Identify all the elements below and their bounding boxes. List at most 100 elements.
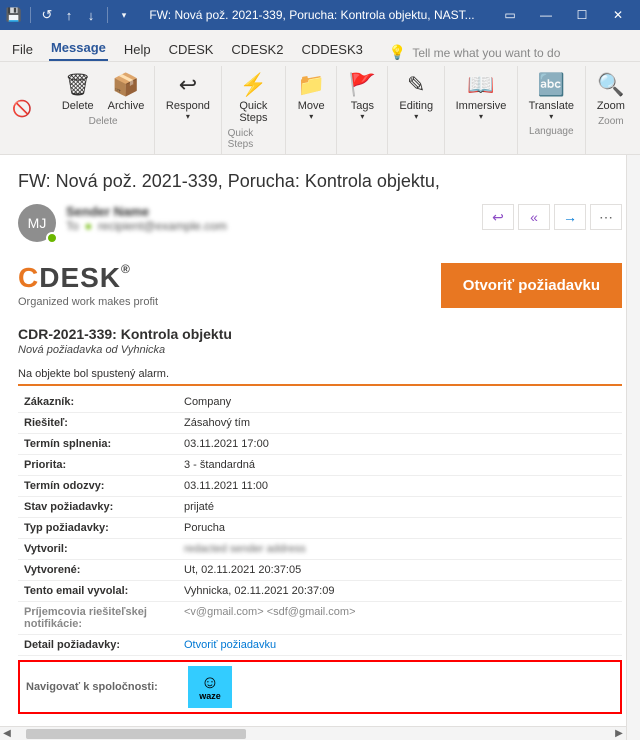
respond-button[interactable]: ↩ Respond ▾ [160,68,216,124]
close-icon[interactable]: ✕ [600,0,636,30]
waze-button[interactable]: ☺ waze [188,666,232,708]
table-row: Vytvorené:Ut, 02.11.2021 20:37:05 [18,560,622,581]
group-editing: ✎ Editing ▾ [388,66,445,154]
forward-button[interactable]: → [554,204,586,230]
qat-dropdown-icon[interactable]: ▾ [116,7,132,23]
tab-cdesk2[interactable]: CDESK2 [229,36,285,61]
vertical-scrollbar[interactable] [626,155,640,740]
value: Otvoriť požiadavku [178,635,622,656]
value: 3 - štandardná [178,455,622,476]
brand-tagline: Organized work makes profit [18,296,158,308]
from-line: Sender Name [66,204,227,219]
details-table: Zákazník:Company Riešiteľ:Zásahový tím T… [18,392,622,656]
tell-me-search[interactable]: 💡 Tell me what you want to do [389,44,630,61]
horizontal-scrollbar[interactable]: ◀ ▶ [0,726,626,740]
presence-available-icon [46,232,58,244]
group-delete: 🗑 Delete 📦 Archive Delete [52,66,155,154]
undo-icon[interactable]: ↺ [39,7,55,23]
group-zoom: 🔍 Zoom Zoom [586,66,636,154]
group-label: Language [529,126,574,137]
window-controls: ▭ — ☐ ✕ [492,0,636,30]
value: Vyhnicka, 02.11.2021 20:37:09 [178,581,622,602]
scroll-right-icon[interactable]: ▶ [612,728,626,739]
next-icon[interactable]: ↓ [83,7,99,23]
chevron-down-icon: ▾ [549,113,553,122]
scrollbar-thumb[interactable] [26,729,246,739]
group-misc: 🚫 [4,66,52,154]
tab-message[interactable]: Message [49,34,108,61]
value: Ut, 02.11.2021 20:37:05 [178,560,622,581]
chevron-down-icon: ▾ [479,113,483,122]
message-action-buttons: ↩ « → ⋯ [482,204,622,230]
nav-label: Navigovať k spoločnosti: [26,681,174,693]
request-title: CDR-2021-339: Kontrola objektu [18,326,622,342]
avatar: MJ [18,204,56,242]
window-title: FW: Nová pož. 2021-339, Porucha: Kontrol… [132,8,492,22]
table-row: Príjemcovia riešiteľskej notifikácie:<v@… [18,602,622,635]
translate-button[interactable]: 🔤 Translate ▾ [523,68,580,124]
label: Quick Steps [239,100,267,124]
to-label: To [66,219,79,233]
label: Translate [529,100,574,112]
brand-name: CDESK® [18,262,158,294]
chevron-down-icon: ▾ [360,113,364,122]
tab-help[interactable]: Help [122,36,153,61]
translate-icon: 🔤 [538,70,565,100]
archive-icon: 📦 [112,70,139,100]
reply-all-button[interactable]: « [518,204,550,230]
open-request-button[interactable]: Otvoriť požiadavku [441,263,622,308]
label: Move [298,100,325,112]
tell-me-placeholder: Tell me what you want to do [412,46,560,60]
zoom-button[interactable]: 🔍 Zoom [591,68,631,114]
detail-link[interactable]: Otvoriť požiadavku [184,639,276,651]
table-row: Zákazník:Company [18,392,622,413]
table-row: Stav požiadavky:prijaté [18,497,622,518]
group-label: Zoom [598,116,624,127]
label: Tags [351,100,374,112]
tags-button[interactable]: 🚩 Tags ▾ [342,68,382,124]
ribbon-display-icon[interactable]: ▭ [492,0,528,30]
move-button[interactable]: 📁 Move ▾ [291,68,331,124]
value: <v@gmail.com> <sdf@gmail.com> [178,602,622,635]
reply-button[interactable]: ↩ [482,204,514,230]
tab-cdesk[interactable]: CDESK [167,36,216,61]
table-row: Tento email vyvolal:Vyhnicka, 02.11.2021… [18,581,622,602]
value: prijaté [178,497,622,518]
label: Zákazník: [18,392,178,413]
label: Zoom [597,100,625,112]
archive-button[interactable]: 📦 Archive [102,68,151,114]
quicksteps-button[interactable]: ⚡ Quick Steps [233,68,273,126]
table-row: Termín odozvy:03.11.2021 11:00 [18,476,622,497]
table-row: Typ požiadavky:Porucha [18,518,622,539]
ignore-button[interactable]: 🚫 [10,93,34,127]
ribbon: 🚫 🗑 Delete 📦 Archive Delete ↩ Respond ▾ [0,62,640,155]
label: Stav požiadavky: [18,497,178,518]
sender-lines: Sender Name To ● recipient@example.com [66,204,227,233]
minimize-icon[interactable]: — [528,0,564,30]
label: Archive [108,100,145,112]
value: 03.11.2021 11:00 [178,476,622,497]
label: Tento email vyvolal: [18,581,178,602]
value: Company [178,392,622,413]
editing-button[interactable]: ✎ Editing ▾ [393,68,439,124]
save-icon[interactable]: 💾 [6,7,22,23]
brand-c: C [18,262,39,293]
label: Riešiteľ: [18,413,178,434]
immersive-button[interactable]: 📖 Immersive ▾ [450,68,513,124]
to-line: To ● recipient@example.com [66,219,227,233]
orange-divider [18,384,622,386]
maximize-icon[interactable]: ☐ [564,0,600,30]
group-move: 📁 Move ▾ [286,66,337,154]
more-actions-button[interactable]: ⋯ [590,204,622,230]
delete-button[interactable]: 🗑 Delete [56,68,100,114]
tab-file[interactable]: File [10,36,35,61]
label: Priorita: [18,455,178,476]
scroll-left-icon[interactable]: ◀ [0,728,14,739]
tab-cddesk3[interactable]: CDDESK3 [299,36,364,61]
lightbulb-icon: 💡 [389,44,406,61]
table-row: Vytvoril:redacted sender address [18,539,622,560]
brand-desk: DESK [39,262,121,293]
prev-icon[interactable]: ↑ [61,7,77,23]
value: Porucha [178,518,622,539]
email-body: CDESK® Organized work makes profit Otvor… [18,262,622,714]
